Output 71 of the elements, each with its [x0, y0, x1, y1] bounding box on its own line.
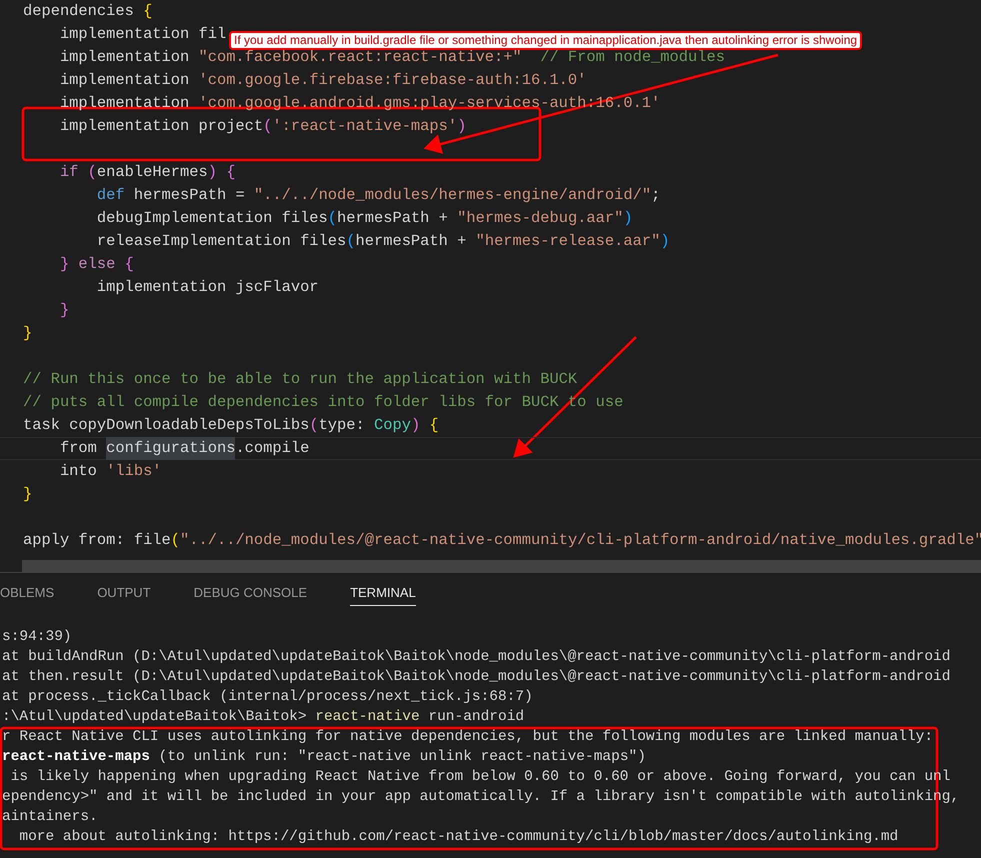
code-token: "hermes-release.aar" — [476, 231, 660, 252]
terminal-text: :\Atul\updated\updateBaitok\Baitok> — [2, 709, 308, 725]
code-token: hermesPath + — [337, 208, 449, 229]
code-token: if — [58, 162, 80, 183]
code-token: from — [58, 438, 98, 459]
code-token: dependencies — [23, 1, 135, 22]
code-token: "com.facebook.react:react-native:+" — [198, 47, 522, 68]
code-token: 'libs' — [106, 461, 162, 482]
code-token: task copyDownloadableDepsToLibs — [23, 415, 310, 436]
code-token: } — [58, 300, 70, 321]
code-token: } — [23, 323, 32, 344]
scrollbar[interactable] — [22, 560, 981, 572]
code-token: type: — [318, 415, 366, 436]
terminal-text: r React Native CLI uses autolinking for native dependencies, but the following modules are linked manually: — [2, 729, 934, 745]
panel-tab[interactable]: OUTPUT — [97, 580, 151, 606]
terminal-text: at buildAndRun (D:\Atul\updated\updateBaitok\Baitok\node_modules\@react-native-community\cli-platform-android — [2, 649, 950, 665]
code-token: configurations — [106, 437, 236, 460]
code-token: releaseImplementation files — [96, 231, 346, 252]
code-token: debugImplementation files — [96, 208, 328, 229]
code-token: ( — [328, 208, 338, 229]
terminal-text: aintainers. — [2, 809, 98, 825]
terminal-text: s:94:39) — [2, 629, 72, 645]
code-token: { — [124, 254, 134, 275]
terminal-text: react-native-maps — [2, 749, 150, 765]
code-token: 'com.google.firebase:firebase-auth:16.1.0' — [198, 70, 586, 91]
code-token: hermesPath = — [132, 185, 246, 206]
code-token: ( — [88, 162, 97, 183]
code-token: into — [58, 461, 98, 482]
panel-tab[interactable]: TERMINAL — [350, 580, 416, 606]
code-token: ) — [208, 162, 217, 183]
panel-tab[interactable]: DEBUG CONSOLE — [194, 580, 308, 606]
code-token: .compile — [235, 438, 310, 459]
code-token: implementation project — [58, 116, 264, 137]
code-token: // Run this once to be able to run the application with BUCK — [23, 369, 578, 390]
code-token: { — [428, 415, 439, 436]
panel-tab[interactable]: OBLEMS — [0, 580, 54, 606]
code-token: "hermes-debug.aar" — [457, 208, 624, 229]
code-token: apply from: file — [23, 530, 171, 551]
code-token: implementation jscFlavor — [96, 277, 319, 298]
code-token: ( — [309, 415, 319, 436]
code-token: // From node_modules — [539, 47, 725, 68]
code-token: ( — [346, 231, 356, 252]
code-token: Copy — [374, 415, 411, 436]
code-token: implementation fil — [58, 24, 226, 45]
code-token: enableHermes — [96, 162, 208, 183]
code-token: "../../node_modules/hermes-engine/android/" — [254, 185, 652, 206]
code-token: ) — [457, 116, 466, 137]
code-token: implementation — [58, 70, 190, 91]
code-token: } — [23, 484, 32, 505]
code-token: ) — [623, 208, 633, 229]
code-token: ) — [410, 415, 420, 436]
code-token: implementation — [58, 47, 190, 68]
terminal-text: more about autolinking: https://github.com/react-native-community/cli/blob/master/docs/autolinking.md — [18, 829, 898, 845]
code-token: ( — [263, 116, 272, 137]
terminal-text: (to unlink run: "react-native unlink react-native-maps") — [158, 749, 646, 765]
code-token: } — [58, 254, 70, 275]
terminal-text: at process._tickCallback (internal/process/next_tick.js:68:7) — [2, 689, 533, 705]
code-token: def — [96, 185, 125, 206]
terminal-text: at then.result (D:\Atul\updated\updateBaitok\Baitok\node_modules\@react-native-community\cli-platform-android — [2, 669, 950, 685]
code-token: else — [78, 254, 116, 275]
terminal-text: run-android — [427, 709, 524, 725]
code-token: // puts all compile dependencies into folder libs for BUCK to use — [23, 392, 624, 413]
code-token: ( — [170, 530, 180, 551]
code-token: ; — [651, 185, 660, 206]
code-token: { — [143, 1, 152, 22]
code-token: hermesPath + — [356, 231, 468, 252]
code-token: ) — [660, 231, 670, 252]
annotation-callout: If you add manually in build.gradle file or something changed in mainapplication.java then autolinking error is shwoing — [229, 31, 862, 50]
terminal-text: react-native — [315, 709, 420, 725]
code-token: ':react-native-maps' — [272, 116, 458, 137]
code-token: { — [225, 162, 236, 183]
